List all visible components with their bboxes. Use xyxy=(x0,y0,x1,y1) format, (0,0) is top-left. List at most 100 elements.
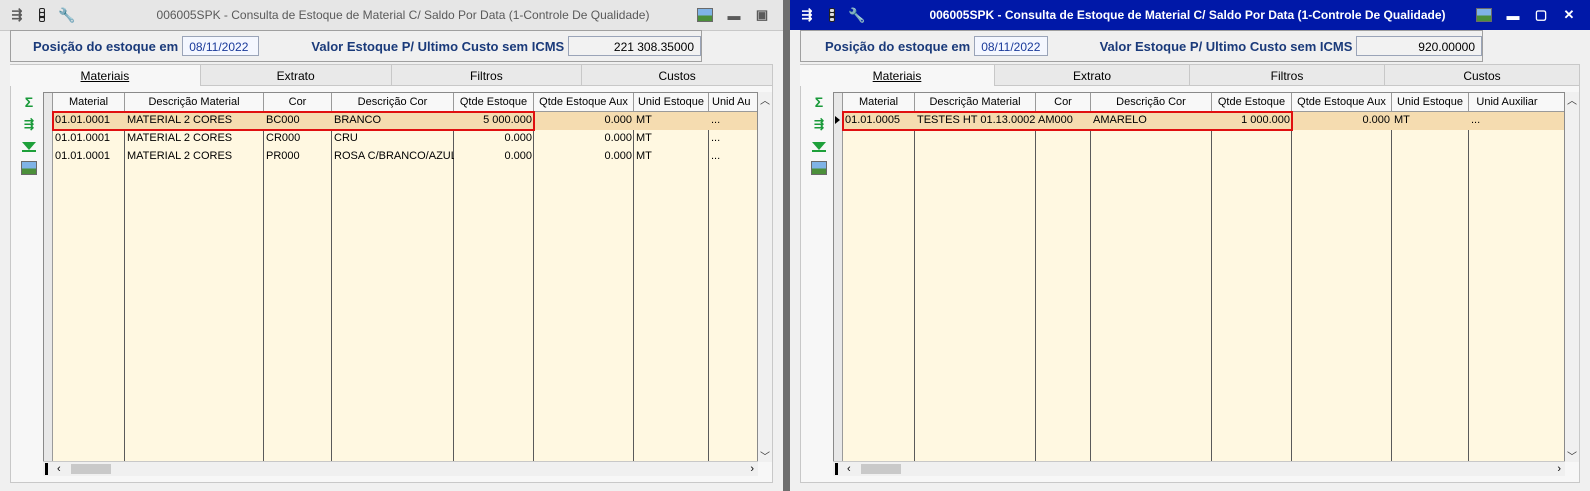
table-row[interactable]: 01.01.0001 MATERIAL 2 CORES PR000 ROSA C… xyxy=(53,148,757,166)
tab-filtros[interactable]: Filtros xyxy=(1190,64,1385,86)
download-icon[interactable] xyxy=(20,138,38,154)
scroll-marker xyxy=(45,463,48,475)
scroll-right-icon[interactable]: › xyxy=(1557,462,1561,476)
vertical-scrollbar[interactable]: ︿ ﹀ xyxy=(758,92,772,463)
row-indicator-column xyxy=(44,93,53,461)
scroll-thumb[interactable] xyxy=(71,464,111,474)
export-icon[interactable]: ⇶ xyxy=(810,116,828,132)
stock-value-field: 920.00000 xyxy=(1356,36,1482,56)
col-header-unid-aux[interactable]: Unid Au xyxy=(709,93,757,111)
value-label: Valor Estoque P/ Ultimo Custo sem ICMS xyxy=(1099,38,1353,54)
tab-materiais[interactable]: Materiais xyxy=(800,64,995,86)
horizontal-scrollbar[interactable]: ‹ › xyxy=(833,461,1565,476)
scroll-down-icon[interactable]: ﹀ xyxy=(1565,448,1579,463)
traffic-light-icon[interactable] xyxy=(34,7,50,23)
stock-header: Posição do estoque em 08/11/2022 Valor E… xyxy=(800,30,1483,62)
scroll-left-icon[interactable]: ‹ xyxy=(57,462,61,476)
wrench-icon[interactable]: 🔧 xyxy=(58,7,75,23)
cell-unid-aux: ... xyxy=(711,150,721,162)
stock-grid: Material Descrição Material Cor Descriçã… xyxy=(833,92,1565,462)
sum-icon[interactable]: Σ xyxy=(20,94,38,110)
image-icon[interactable] xyxy=(1476,8,1492,22)
scroll-right-icon[interactable]: › xyxy=(750,462,754,476)
window-menu-icon[interactable]: ⇶ xyxy=(799,7,815,23)
scroll-left-icon[interactable]: ‹ xyxy=(847,462,851,476)
position-date-field[interactable]: 08/11/2022 xyxy=(182,36,260,56)
position-label: Posição do estoque em xyxy=(33,38,179,54)
minimize-icon[interactable]: ▬ xyxy=(727,8,741,23)
col-header-unid-estoque[interactable]: Unid Estoque xyxy=(634,93,709,111)
cell-qtde-estoque-aux: 0.000 xyxy=(604,114,632,126)
tab-custos[interactable]: Custos xyxy=(1385,64,1580,86)
cell-qtde-estoque-aux: 0.000 xyxy=(604,150,632,162)
cell-qtde-estoque: 0.000 xyxy=(504,132,532,144)
scroll-up-icon[interactable]: ︿ xyxy=(1565,92,1579,107)
table-row[interactable]: 01.01.0001 MATERIAL 2 CORES CR000 CRU 0.… xyxy=(53,130,757,148)
scroll-down-icon[interactable]: ﹀ xyxy=(758,448,772,463)
cell-cor: CR000 xyxy=(266,132,301,144)
image-icon[interactable] xyxy=(697,8,713,22)
col-header-qtde-estoque-aux[interactable]: Qtde Estoque Aux xyxy=(1292,93,1392,111)
scroll-up-icon[interactable]: ︿ xyxy=(758,92,772,107)
col-header-qtde-estoque[interactable]: Qtde Estoque xyxy=(454,93,534,111)
cell-material: 01.01.0001 xyxy=(55,150,111,162)
export-icon[interactable]: ⇶ xyxy=(20,116,38,132)
grid-body: 01.01.0001 MATERIAL 2 CORES BC000 BRANCO… xyxy=(52,111,757,461)
cell-descricao-cor: CRU xyxy=(334,132,358,144)
col-header-descricao-cor[interactable]: Descrição Cor xyxy=(1091,93,1212,111)
cell-descricao-material: MATERIAL 2 CORES xyxy=(127,132,233,144)
scroll-thumb[interactable] xyxy=(861,464,901,474)
tab-bar: Materiais Extrato Filtros Custos xyxy=(800,64,1580,86)
restore-icon[interactable]: ▢ xyxy=(1534,7,1548,23)
traffic-light-icon[interactable] xyxy=(824,7,840,23)
tab-bar: Materiais Extrato Filtros Custos xyxy=(10,64,773,86)
cell-qtde-estoque: 0.000 xyxy=(504,150,532,162)
cell-unid-estoque: MT xyxy=(636,150,652,162)
cell-qtde-estoque-aux: 0.000 xyxy=(604,132,632,144)
row-indicator-column xyxy=(834,93,843,461)
cell-unid-estoque: MT xyxy=(636,114,652,126)
image-icon[interactable] xyxy=(810,160,828,176)
horizontal-scrollbar[interactable]: ‹ › xyxy=(43,461,758,476)
download-icon[interactable] xyxy=(810,138,828,154)
wrench-icon[interactable]: 🔧 xyxy=(848,7,865,23)
cell-cor: PR000 xyxy=(266,150,300,162)
col-header-material[interactable]: Material xyxy=(53,93,125,111)
tab-materiais[interactable]: Materiais xyxy=(10,64,201,86)
tab-extrato[interactable]: Extrato xyxy=(995,64,1190,86)
title-bar: ⇶ 🔧 006005SPK - Consulta de Estoque de M… xyxy=(0,0,783,31)
close-icon[interactable]: ✕ xyxy=(1562,7,1576,23)
window-menu-icon[interactable]: ⇶ xyxy=(9,7,25,23)
position-date-field[interactable]: 08/11/2022 xyxy=(974,36,1048,56)
vertical-scrollbar[interactable]: ︿ ﹀ xyxy=(1565,92,1579,463)
tab-extrato[interactable]: Extrato xyxy=(200,64,392,86)
tab-custos[interactable]: Custos xyxy=(582,64,773,86)
col-header-descricao-material[interactable]: Descrição Material xyxy=(125,93,264,111)
col-header-qtde-estoque-aux[interactable]: Qtde Estoque Aux xyxy=(534,93,634,111)
col-header-unid-auxiliar[interactable]: Unid Auxiliar xyxy=(1469,93,1545,111)
col-header-cor[interactable]: Cor xyxy=(264,93,332,111)
title-bar: ⇶ 🔧 006005SPK - Consulta de Estoque de M… xyxy=(790,0,1590,30)
side-toolbar: Σ ⇶ xyxy=(807,94,831,176)
tab-filtros[interactable]: Filtros xyxy=(391,64,583,86)
right-window: ⇶ 🔧 006005SPK - Consulta de Estoque de M… xyxy=(790,0,1590,491)
restore-icon[interactable]: ▣ xyxy=(755,7,769,23)
col-header-descricao-material[interactable]: Descrição Material xyxy=(915,93,1036,111)
sum-icon[interactable]: Σ xyxy=(810,94,828,110)
col-header-unid-estoque[interactable]: Unid Estoque xyxy=(1392,93,1469,111)
col-header-qtde-estoque[interactable]: Qtde Estoque xyxy=(1212,93,1292,111)
col-header-material[interactable]: Material xyxy=(843,93,915,111)
materials-panel: Σ ⇶ Material Descrição Material Cor Desc… xyxy=(800,86,1580,483)
scroll-marker xyxy=(835,463,838,475)
cell-qtde-estoque-aux: 0.000 xyxy=(1362,114,1390,126)
col-header-cor[interactable]: Cor xyxy=(1036,93,1091,111)
highlight-box xyxy=(52,111,535,131)
highlight-box xyxy=(842,111,1293,131)
image-icon[interactable] xyxy=(20,160,38,176)
stock-grid: Material Descrição Material Cor Descriçã… xyxy=(43,92,758,462)
materials-panel: Σ ⇶ Material Descrição Material Cor Desc… xyxy=(10,86,773,483)
minimize-icon[interactable]: ▬ xyxy=(1506,8,1520,23)
grid-header: Material Descrição Material Cor Descriçã… xyxy=(53,93,757,112)
col-header-descricao-cor[interactable]: Descrição Cor xyxy=(332,93,454,111)
window-divider xyxy=(783,0,790,491)
